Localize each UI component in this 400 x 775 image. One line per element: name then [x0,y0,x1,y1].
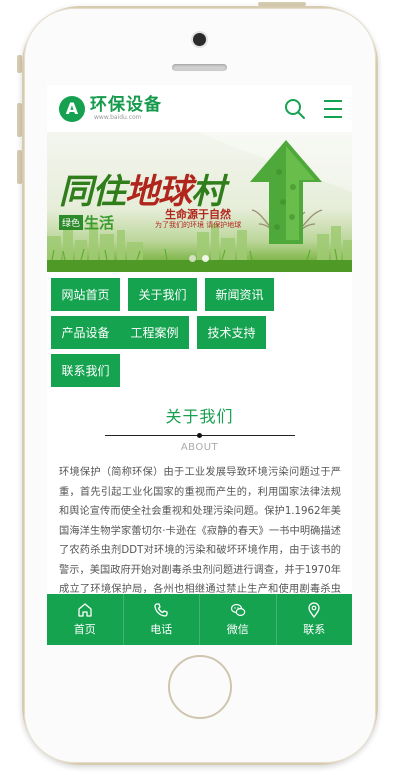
logo-mark-icon: A [59,95,85,122]
divider-dot [196,433,202,438]
home-button[interactable] [168,655,232,719]
main-nav: 网站首页 关于我们 新闻资讯 产品设备 工程案例 技术支持 联系我们 [47,272,352,392]
nav-item-products[interactable]: 产品设备 [51,316,120,349]
phone-icon [154,603,168,617]
section-subtitle: ABOUT [180,442,219,453]
site-logo[interactable]: A 环保设备 www.baidu.com [59,95,162,122]
bottom-nav-phone-label: 电话 [150,623,173,636]
logo-name: 环保设备 [90,94,162,115]
nav-item-contact[interactable]: 联系我们 [51,354,120,387]
bottom-nav-contact-label: 联系 [303,623,326,636]
bottom-nav-contact[interactable]: 联系 [277,594,353,645]
banner-slogan-small: 为了我们的环境 请保护地球 [155,221,242,229]
carousel-dot-1[interactable] [189,255,196,262]
wechat-icon [230,603,246,617]
bottom-nav-phone[interactable]: 电话 [124,594,200,645]
site-header: A 环保设备 www.baidu.com [47,85,352,132]
section-title: 关于我们 [165,407,234,426]
header-actions [282,85,352,132]
banner-tag: 绿色 生活 [59,212,114,233]
carousel-dot-2[interactable] [202,255,209,262]
hero-banner[interactable]: 同住地球村 绿色 生活 生命源于自然 为了我们的环境 请保护地球 [47,132,352,272]
nav-item-about[interactable]: 关于我们 [128,278,197,311]
logo-text: 环保设备 www.baidu.com [90,96,162,122]
bottom-nav-wechat-label: 微信 [226,623,249,636]
logo-url: www.baidu.com [94,113,142,121]
nav-item-cases[interactable]: 工程案例 [120,316,189,349]
home-icon [78,603,92,617]
front-camera [193,33,206,46]
bottom-nav-wechat[interactable]: 微信 [200,594,277,645]
phone-screen: A 环保设备 www.baidu.com 同住地球村 绿色 生活 生命源于自然 … [47,85,352,645]
bottom-nav: 首页 电话 微信 联系 [47,594,352,645]
carousel-dots [189,255,209,262]
location-icon [308,602,320,618]
banner-headline-part1: 同住 [59,172,126,212]
nav-item-home[interactable]: 网站首页 [51,278,120,311]
bottom-nav-home[interactable]: 首页 [47,594,124,645]
menu-icon[interactable] [322,98,344,120]
earpiece-speaker [172,64,227,71]
section-divider [104,433,295,438]
bottom-nav-home-label: 首页 [73,623,96,636]
nav-item-news[interactable]: 新闻资讯 [205,278,274,311]
banner-tag-b: 生活 [84,214,115,232]
nav-item-support[interactable]: 技术支持 [197,316,266,349]
banner-tag-a: 绿色 [59,215,84,230]
search-icon[interactable] [282,96,308,122]
